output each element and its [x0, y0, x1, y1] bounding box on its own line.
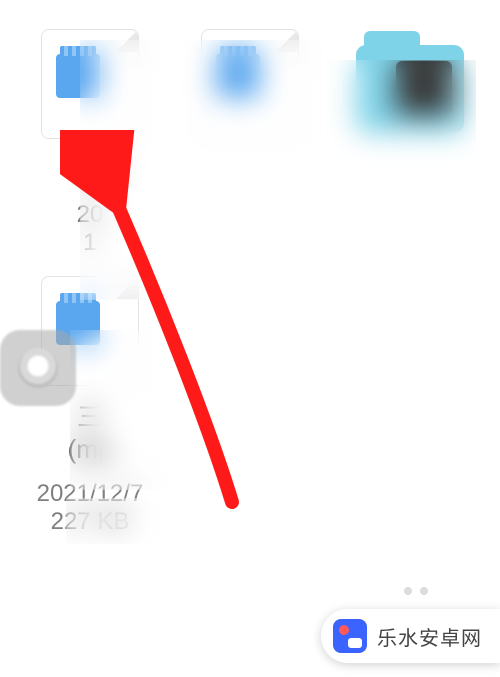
blur-overlay [80, 40, 330, 300]
assistive-touch-icon [18, 348, 58, 388]
assistive-touch-button[interactable] [0, 330, 76, 406]
watermark-logo-icon [333, 619, 367, 653]
blur-overlay [326, 60, 476, 230]
watermark-text: 乐水安卓网 [377, 622, 482, 651]
page-indicator [404, 587, 440, 597]
blur-overlay [70, 330, 220, 490]
watermark-badge: 乐水安卓网 [321, 609, 500, 663]
blur-overlay [66, 498, 186, 544]
